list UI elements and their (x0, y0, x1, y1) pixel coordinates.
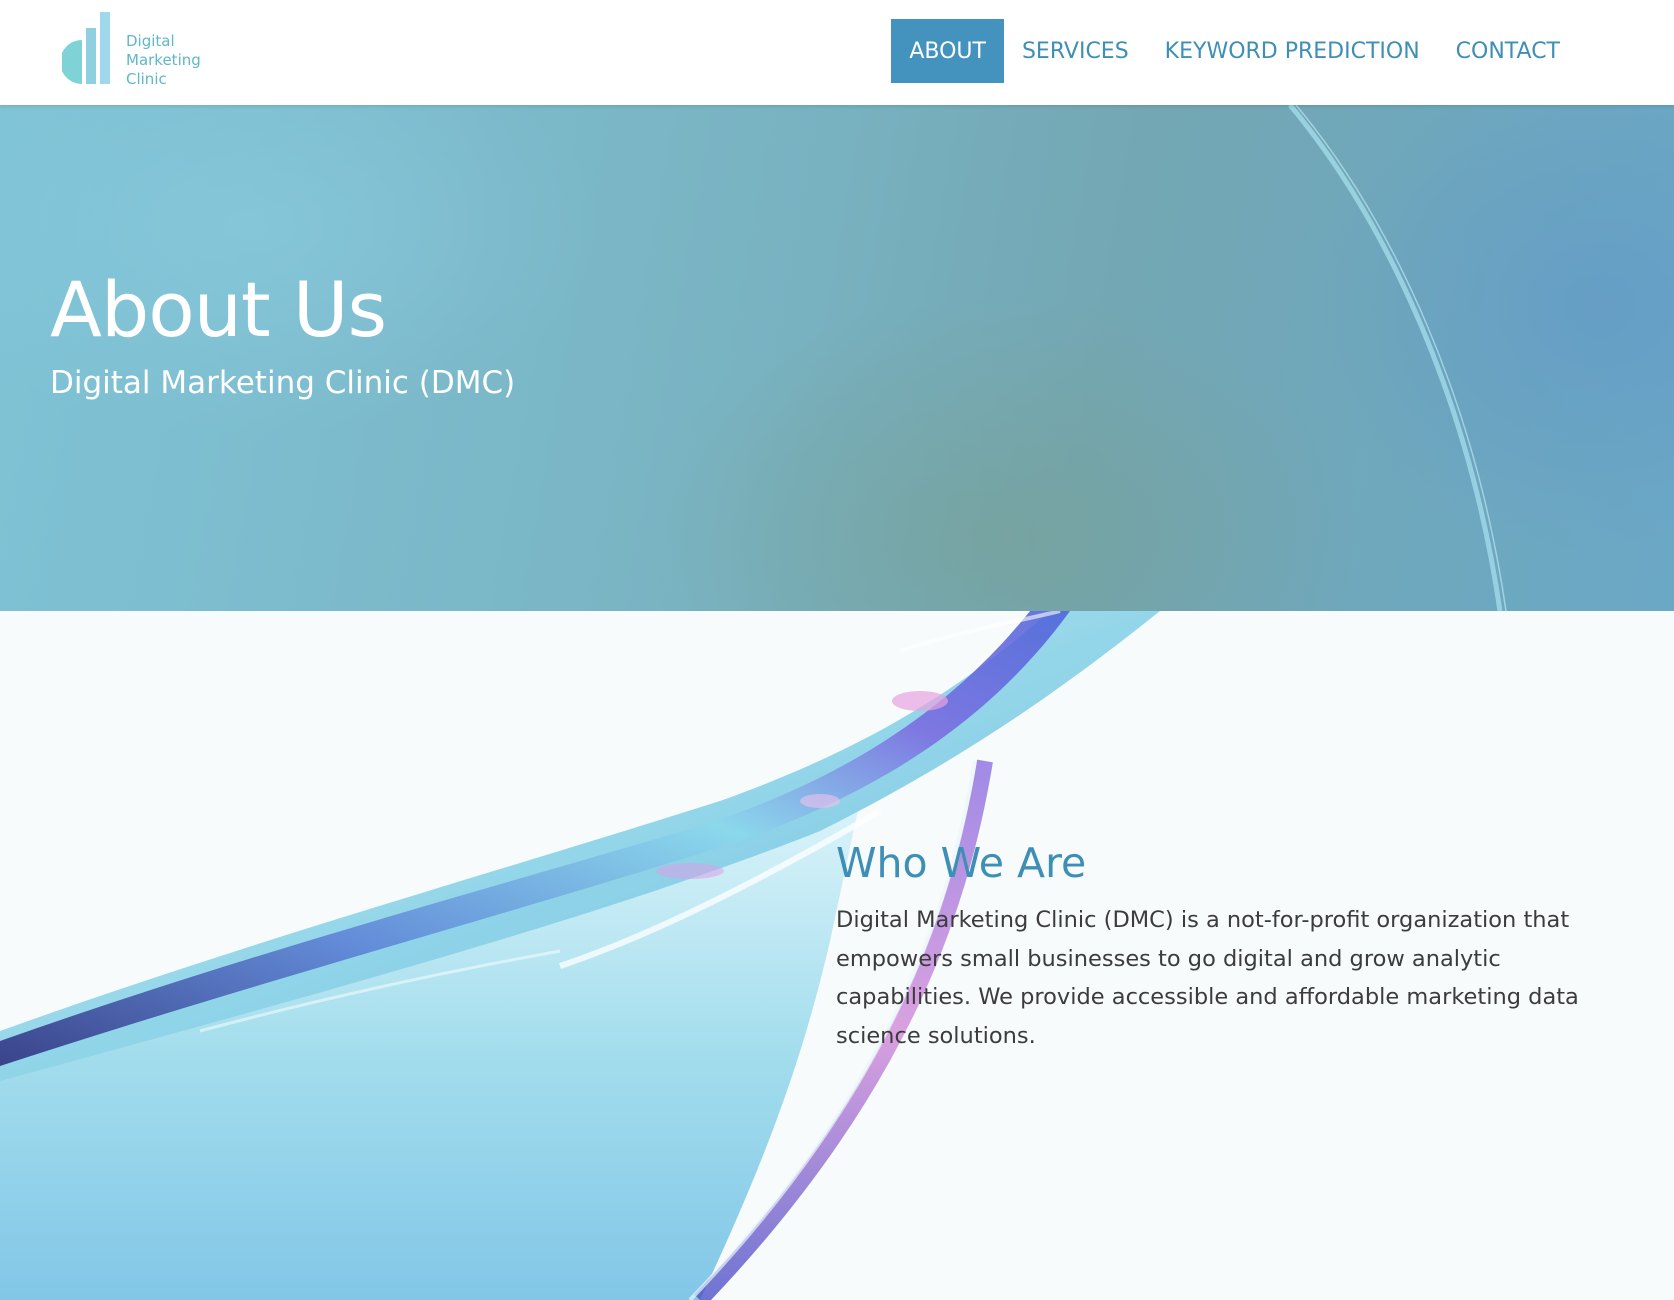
hero-banner: About Us Digital Marketing Clinic (DMC) (0, 105, 1674, 611)
main-nav: ABOUT SERVICES KEYWORD PREDICTION CONTAC… (891, 19, 1674, 83)
section-body-text: Digital Marketing Clinic (DMC) is a not-… (836, 907, 1579, 1049)
page-subtitle: Digital Marketing Clinic (DMC) (50, 365, 516, 401)
logo-text: Digital Marketing Clinic (126, 32, 201, 88)
page-title: About Us (50, 265, 387, 354)
nav-item-about[interactable]: ABOUT (891, 19, 1004, 83)
nav-item-contact[interactable]: CONTACT (1438, 19, 1578, 83)
nav-item-keyword-prediction[interactable]: KEYWORD PREDICTION (1147, 19, 1438, 83)
site-header: Digital Marketing Clinic ABOUT SERVICES … (0, 0, 1674, 105)
section-heading: Who We Are (836, 839, 1087, 887)
site-logo[interactable]: Digital Marketing Clinic (62, 12, 212, 92)
logo-bars-icon (62, 12, 110, 84)
nav-item-services[interactable]: SERVICES (1004, 19, 1147, 83)
who-we-are-section: Who We Are Digital Marketing Clinic (DMC… (0, 611, 1674, 1300)
hero-background-arc (1288, 105, 1507, 611)
